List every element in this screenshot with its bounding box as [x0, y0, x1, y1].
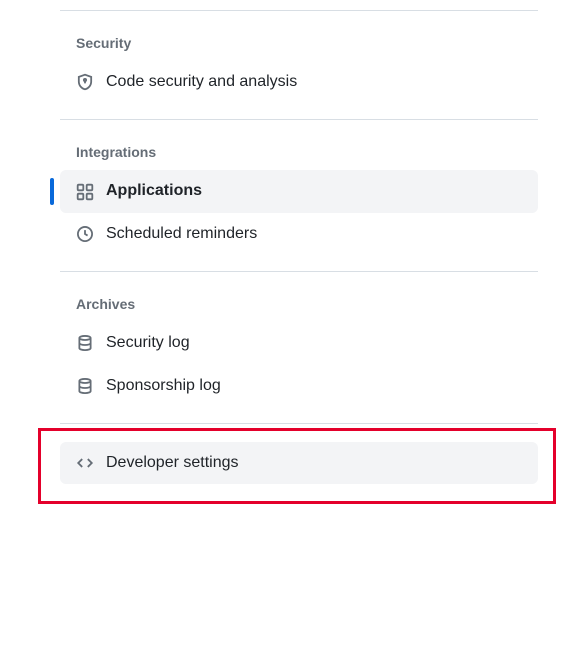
nav-item-applications[interactable]: Applications [60, 170, 538, 212]
nav-item-scheduled-reminders[interactable]: Scheduled reminders [60, 213, 538, 255]
apps-grid-icon [76, 183, 94, 201]
clock-icon [76, 225, 94, 243]
nav-item-label: Code security and analysis [106, 71, 297, 93]
standalone-group: Developer settings [60, 424, 538, 506]
nav-item-security-log[interactable]: Security log [60, 322, 538, 364]
section-heading-integrations: Integrations [60, 144, 538, 160]
log-icon [76, 334, 94, 352]
nav-item-label: Developer settings [106, 452, 239, 474]
nav-item-sponsorship-log[interactable]: Sponsorship log [60, 365, 538, 407]
nav-item-label: Applications [106, 180, 202, 202]
nav-item-developer-settings[interactable]: Developer settings [60, 442, 538, 484]
section-heading-security: Security [60, 35, 538, 51]
nav-item-label: Sponsorship log [106, 375, 221, 397]
section-archives: Archives Security log Sponsorship log [60, 272, 538, 423]
shield-icon [76, 73, 94, 91]
section-integrations: Integrations Applications Scheduled remi… [60, 120, 538, 271]
log-icon [76, 377, 94, 395]
nav-item-label: Scheduled reminders [106, 223, 257, 245]
section-security: Security Code security and analysis [60, 11, 538, 119]
nav-item-code-security[interactable]: Code security and analysis [60, 61, 538, 103]
code-icon [76, 454, 94, 472]
section-heading-archives: Archives [60, 296, 538, 312]
nav-item-label: Security log [106, 332, 190, 354]
